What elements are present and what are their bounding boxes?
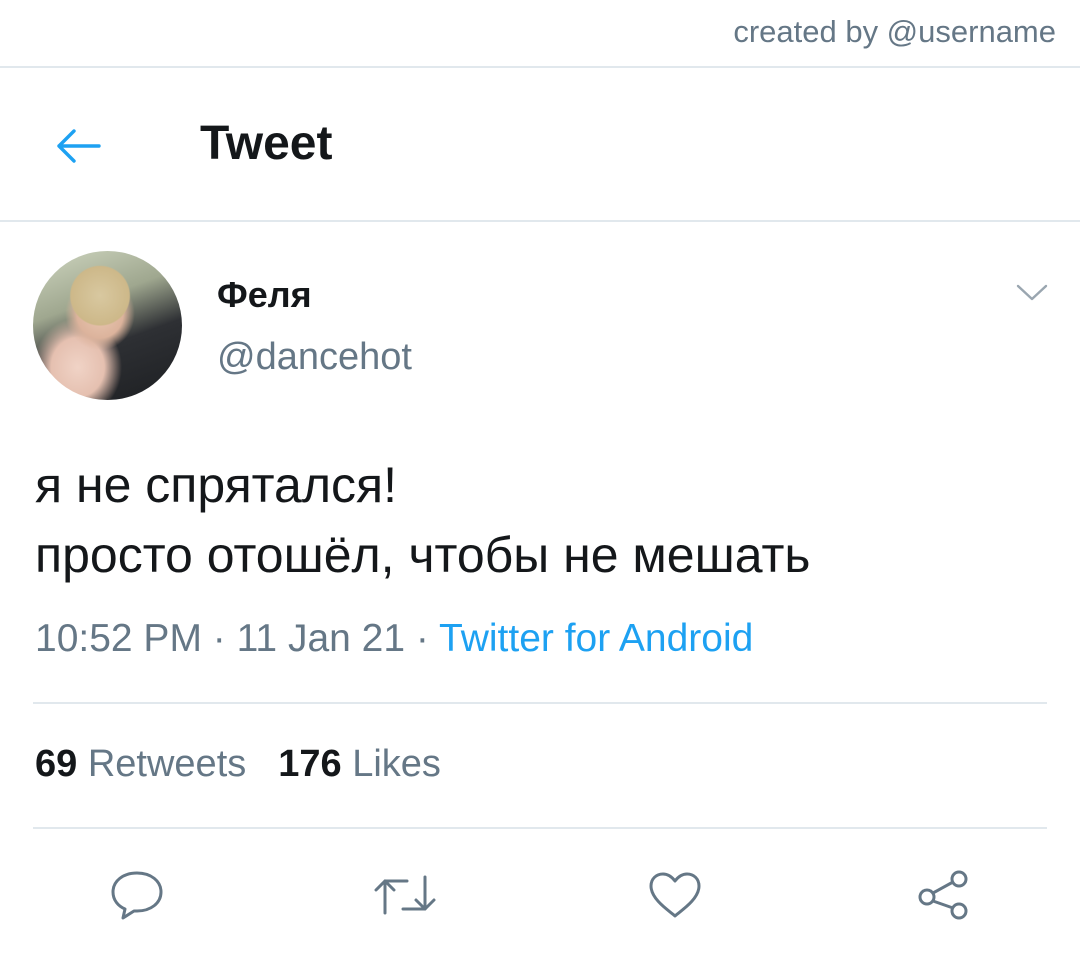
meta-separator: · bbox=[415, 617, 429, 660]
author-handle[interactable]: @dancehot bbox=[217, 336, 412, 379]
likes-stat[interactable]: 176 Likes bbox=[278, 743, 441, 785]
credit-text: created by @username bbox=[733, 14, 1056, 49]
meta-divider bbox=[33, 702, 1047, 704]
like-button[interactable] bbox=[640, 860, 710, 930]
retweet-button[interactable] bbox=[370, 860, 440, 930]
heart-icon bbox=[649, 872, 701, 918]
retweets-label: Retweets bbox=[87, 743, 247, 785]
stats-divider bbox=[33, 827, 1047, 829]
reply-button[interactable] bbox=[102, 860, 172, 930]
share-icon bbox=[918, 870, 968, 920]
retweets-count: 69 bbox=[35, 743, 78, 785]
tweet-stats: 69 Retweets 176 Likes bbox=[35, 743, 441, 786]
page-title: Tweet bbox=[200, 117, 333, 170]
tweet-text-line: я не спрятался! bbox=[35, 457, 397, 513]
meta-separator: · bbox=[212, 617, 226, 660]
avatar[interactable] bbox=[33, 251, 182, 400]
back-button[interactable] bbox=[50, 120, 106, 172]
tweet-time: 10:52 PM bbox=[35, 617, 202, 660]
header-divider bbox=[0, 220, 1080, 222]
tweet-menu-button[interactable] bbox=[1012, 278, 1052, 308]
retweets-stat[interactable]: 69 Retweets bbox=[35, 743, 246, 785]
chevron-down-icon bbox=[1016, 284, 1048, 301]
tweet-meta: 10:52 PM · 11 Jan 21 · Twitter for Andro… bbox=[35, 617, 753, 661]
action-bar bbox=[0, 860, 1080, 930]
tweet-date: 11 Jan 21 bbox=[236, 617, 406, 660]
author-name[interactable]: Феля bbox=[217, 274, 312, 316]
reply-icon bbox=[111, 871, 163, 920]
tweet-text: я не спрятался! просто отошёл, чтобы не … bbox=[35, 450, 810, 590]
arrow-left-icon bbox=[57, 129, 101, 163]
share-button[interactable] bbox=[908, 860, 978, 930]
likes-count: 176 bbox=[278, 743, 342, 785]
likes-label: Likes bbox=[352, 743, 441, 785]
tweet-source-link[interactable]: Twitter for Android bbox=[439, 617, 753, 660]
retweet-icon bbox=[374, 875, 436, 915]
header: Tweet bbox=[0, 68, 1080, 220]
tweet-text-line: просто отошёл, чтобы не мешать bbox=[35, 527, 811, 583]
